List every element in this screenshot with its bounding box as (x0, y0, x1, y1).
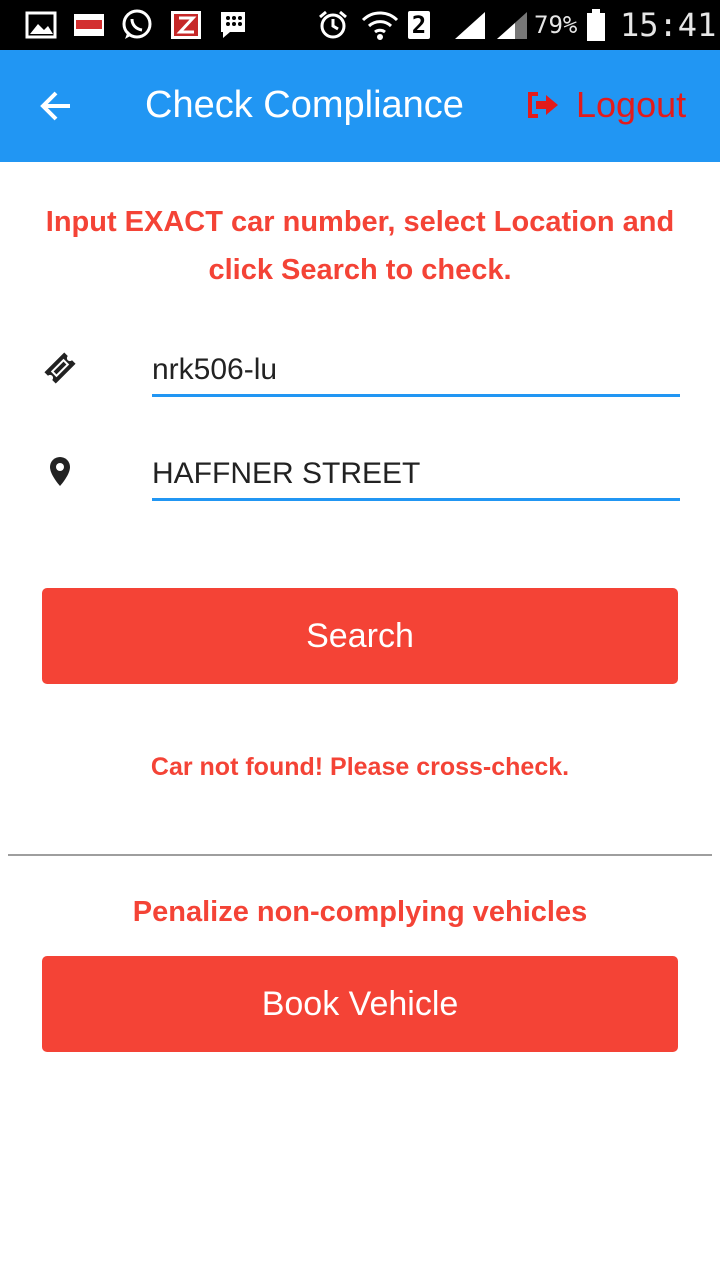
blackberry-messenger-icon (216, 8, 250, 42)
back-button[interactable] (36, 86, 76, 126)
car-number-value: nrk506-lu (152, 353, 278, 386)
arrow-left-icon (40, 91, 70, 121)
instructions-text: Input EXACT car number, select Location … (45, 206, 675, 286)
divider (8, 854, 712, 856)
whatsapp-icon (119, 8, 155, 42)
ticket-icon (42, 350, 78, 386)
location-value: HAFFNER STREET (152, 457, 421, 490)
book-vehicle-button[interactable]: Book Vehicle (42, 956, 678, 1052)
z-app-icon (169, 8, 203, 42)
car-number-input[interactable]: nrk506-lu (152, 346, 680, 397)
search-button[interactable]: Search (42, 588, 678, 684)
signal-strength-icon (452, 8, 488, 42)
result-message: Car not found! Please cross-check. (150, 753, 570, 781)
wifi-icon (360, 8, 400, 42)
status-bar: 2 79% 15:41 (0, 0, 720, 50)
page-title: Check Compliance (145, 84, 464, 126)
app-bar: Check Compliance Logout (0, 50, 720, 162)
sim-slot-number: 2 (411, 11, 427, 39)
gallery-icon (24, 8, 58, 42)
penalize-heading: Penalize non-complying vehicles (132, 896, 588, 928)
punch-app-icon (72, 8, 106, 42)
logout-button[interactable]: Logout (526, 80, 686, 130)
battery-icon (584, 8, 608, 42)
battery-percent: 79% (534, 11, 578, 39)
alarm-icon (316, 8, 350, 42)
signal-strength-secondary-icon (494, 8, 530, 42)
location-pin-icon (44, 454, 80, 490)
sign-out-icon (528, 92, 558, 118)
logout-label: Logout (576, 84, 687, 125)
location-select[interactable]: HAFFNER STREET (152, 450, 680, 501)
clock: 15:41 (620, 6, 717, 44)
